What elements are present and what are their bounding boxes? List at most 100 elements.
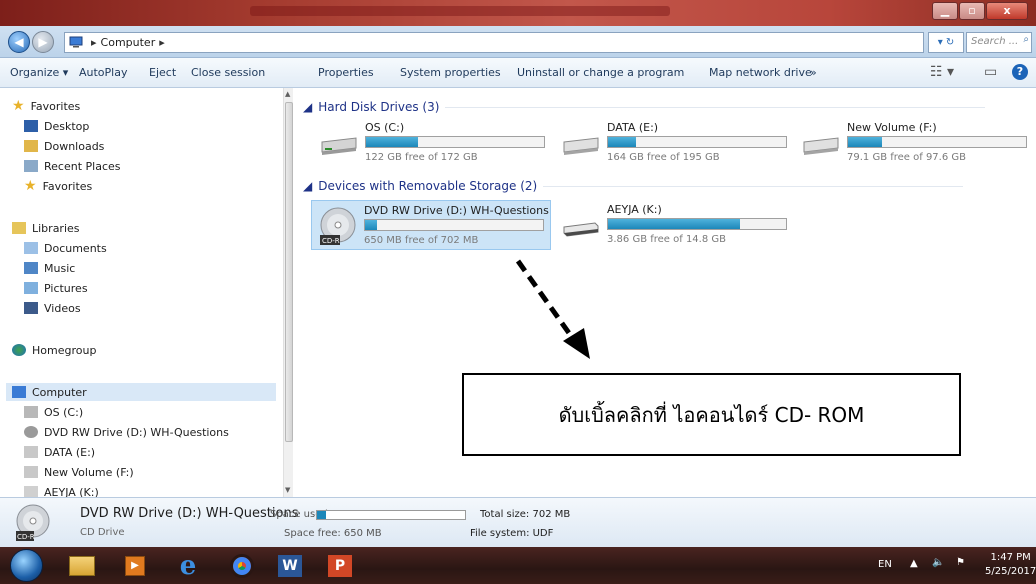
organize-button[interactable]: Organize ▾ — [10, 66, 68, 79]
hard-drive-icon — [24, 446, 38, 458]
nav-drive-d[interactable]: DVD RW Drive (D:) WH-Questions — [24, 423, 229, 441]
search-icon[interactable]: ⌕ — [1023, 34, 1029, 45]
system-clock[interactable]: 1:47 PM 5/25/2017 — [985, 551, 1036, 579]
nav-videos[interactable]: Videos — [24, 299, 81, 317]
language-indicator[interactable]: EN — [878, 559, 892, 570]
close-session-button[interactable]: Close session — [191, 66, 265, 79]
forward-button[interactable]: ▶ — [32, 31, 54, 53]
scroll-thumb[interactable] — [285, 102, 293, 442]
drive-name: AEYJA (K:) — [607, 203, 662, 216]
taskbar: ▶ e W P EN ▲ 🔈 ⚑ 1:47 PM 5/25/2017 — [0, 547, 1036, 584]
collapse-arrow-icon[interactable]: ◢ — [303, 100, 312, 114]
preview-pane-icon[interactable]: ▭ — [984, 64, 997, 80]
group-removable-storage[interactable]: ◢ Devices with Removable Storage (2) — [303, 179, 964, 193]
nav-pictures[interactable]: Pictures — [24, 279, 88, 297]
nav-favorites[interactable]: ★ Favorites — [12, 97, 80, 115]
nav-homegroup[interactable]: Homegroup — [12, 341, 96, 359]
refresh-button[interactable]: ▾ ↻ — [928, 32, 964, 53]
maximize-button[interactable]: ▫ — [959, 2, 985, 20]
hard-drive-icon — [24, 466, 38, 478]
chrome-taskbar-icon[interactable] — [222, 552, 262, 580]
drive-e[interactable]: DATA (E:) 164 GB free of 195 GB — [555, 118, 795, 168]
dvd-drive-icon — [24, 426, 38, 438]
collapse-arrow-icon[interactable]: ◢ — [303, 179, 312, 193]
window-titlebar[interactable]: ▁ ▫ x — [0, 0, 1036, 26]
media-player-taskbar-icon[interactable]: ▶ — [115, 552, 155, 580]
drive-usage-bar — [847, 136, 1027, 148]
nav-music[interactable]: Music — [24, 259, 75, 277]
nav-drive-e[interactable]: DATA (E:) — [24, 443, 95, 461]
volume-icon[interactable]: 🔈 — [932, 557, 944, 568]
eject-button[interactable]: Eject — [149, 66, 176, 79]
nav-libraries[interactable]: Libraries — [12, 219, 80, 237]
drive-usage-fill — [366, 137, 418, 147]
nav-scrollbar[interactable]: ▲ ▼ — [283, 88, 293, 497]
nav-documents[interactable]: Documents — [24, 239, 107, 257]
nav-drive-c[interactable]: OS (C:) — [24, 403, 83, 421]
drive-k-usb[interactable]: AEYJA (K:) 3.86 GB free of 14.8 GB — [555, 200, 795, 250]
help-icon[interactable]: ? — [1012, 64, 1028, 80]
desktop-icon — [24, 120, 38, 132]
nav-computer[interactable]: Computer — [6, 383, 276, 401]
nav-recent-places[interactable]: Recent Places — [24, 157, 121, 175]
details-subtitle: CD Drive — [80, 527, 125, 538]
drive-usage-bar — [365, 136, 545, 148]
hard-drive-icon — [24, 406, 38, 418]
map-network-drive-button[interactable]: Map network drive — [709, 66, 812, 79]
nav-label: Videos — [44, 301, 81, 315]
nav-label: Homegroup — [32, 343, 97, 357]
drive-name: New Volume (F:) — [847, 121, 937, 134]
drive-usage-fill — [608, 219, 740, 229]
file-explorer-taskbar-icon[interactable] — [62, 552, 102, 580]
back-button[interactable]: ◀ — [8, 31, 30, 53]
nav-label: Favorites — [42, 179, 93, 193]
properties-button[interactable]: Properties — [318, 66, 374, 79]
more-commands-button[interactable]: » — [810, 66, 817, 79]
nav-label: Recent Places — [44, 159, 121, 173]
drive-usage-fill — [608, 137, 637, 147]
scroll-down-icon[interactable]: ▼ — [285, 486, 290, 494]
word-taskbar-icon[interactable]: W — [270, 552, 310, 580]
videos-icon — [24, 302, 38, 314]
nav-label: Libraries — [32, 221, 80, 235]
drive-c[interactable]: OS (C:) 122 GB free of 172 GB — [313, 118, 553, 168]
group-divider — [445, 106, 986, 108]
search-input[interactable]: Search ... ⌕ — [966, 32, 1032, 53]
drive-free-space: 3.86 GB free of 14.8 GB — [607, 234, 726, 245]
nav-label: Downloads — [44, 139, 105, 153]
internet-explorer-taskbar-icon[interactable]: e — [168, 551, 208, 581]
scroll-up-icon[interactable]: ▲ — [285, 90, 290, 98]
close-button[interactable]: x — [986, 2, 1028, 20]
nav-label: Desktop — [44, 119, 90, 133]
nav-drive-f[interactable]: New Volume (F:) — [24, 463, 134, 481]
file-system-text: File system: UDF — [470, 528, 554, 539]
uninstall-program-button[interactable]: Uninstall or change a program — [517, 66, 684, 79]
dvd-disc-icon: CD-R — [320, 207, 356, 245]
disc-label: CD-R — [17, 533, 35, 541]
breadcrumb-computer[interactable]: Computer — [101, 36, 156, 49]
powerpoint-taskbar-icon[interactable]: P — [320, 552, 360, 580]
dashed-arrow-annotation — [515, 259, 590, 359]
nav-desktop[interactable]: Desktop — [24, 117, 89, 135]
drive-name: DATA (E:) — [607, 121, 659, 134]
breadcrumb-separator: ▸ — [159, 36, 165, 49]
address-bar[interactable]: ▸ Computer ▸ — [64, 32, 924, 53]
nav-label: DATA (E:) — [44, 445, 96, 459]
drive-d-dvd[interactable]: CD-R DVD RW Drive (D:) WH-Questions 650 … — [311, 200, 551, 250]
drive-f[interactable]: New Volume (F:) 79.1 GB free of 97.6 GB — [795, 118, 1035, 168]
group-divider — [543, 185, 964, 187]
autoplay-button[interactable]: AutoPlay — [79, 66, 127, 79]
minimize-button[interactable]: ▁ — [932, 2, 958, 20]
drive-free-space: 650 MB free of 702 MB — [364, 235, 479, 246]
drive-free-space: 122 GB free of 172 GB — [365, 152, 478, 163]
nav-favorites-folder[interactable]: ★ Favorites — [24, 177, 92, 195]
view-options-icon[interactable]: ☷ ▾ — [930, 64, 954, 80]
nav-downloads[interactable]: Downloads — [24, 137, 104, 155]
show-hidden-icons-icon[interactable]: ▲ — [910, 558, 918, 569]
usb-drive-icon — [563, 222, 599, 237]
action-center-flag-icon[interactable]: ⚑ — [956, 557, 965, 568]
libraries-icon — [12, 222, 26, 234]
system-properties-button[interactable]: System properties — [400, 66, 501, 79]
start-button[interactable] — [10, 549, 43, 582]
group-hard-disk-drives[interactable]: ◢ Hard Disk Drives (3) — [303, 100, 986, 114]
